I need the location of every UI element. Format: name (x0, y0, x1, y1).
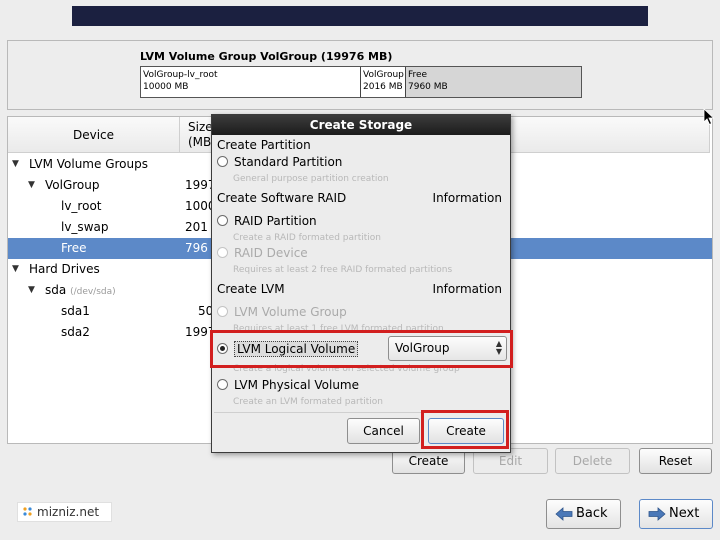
radio-icon (217, 306, 228, 317)
logo-dots-icon (23, 507, 32, 516)
radio-icon (217, 379, 228, 390)
radio-lvm-volume-group[interactable]: LVM Volume Group (217, 305, 347, 319)
segment-size: 7960 MB (408, 82, 448, 92)
row-label: Free (61, 241, 87, 255)
row-label: lv_root (61, 199, 102, 213)
reset-button[interactable]: Reset (639, 448, 712, 474)
expander-open-icon[interactable]: ▼ (28, 280, 35, 301)
radio-raid-device[interactable]: RAID Device (217, 246, 308, 260)
create-storage-dialog: Create Storage Create Partition Standard… (211, 114, 511, 453)
dialog-title: Create Storage (212, 115, 510, 135)
delete-button[interactable]: Delete (555, 448, 630, 474)
radio-icon (217, 156, 228, 167)
section-create-software-raid: Create Software RAID (217, 191, 347, 205)
option-label: RAID Device (234, 246, 308, 260)
radio-icon (217, 247, 228, 258)
expander-open-icon[interactable]: ▼ (12, 259, 19, 280)
volume-group-bar: VolGroup-lv_root 10000 MB VolGroup 2016 … (140, 66, 582, 98)
section-create-lvm: Create LVM (217, 282, 285, 296)
radio-raid-partition[interactable]: RAID Partition (217, 214, 317, 228)
option-label: Standard Partition (234, 155, 343, 169)
option-description: Requires at least 2 free RAID formated p… (233, 265, 453, 275)
row-label: sda1 (61, 304, 90, 318)
option-description: Create a RAID formated partition (233, 233, 381, 243)
row-label: VolGroup (45, 178, 100, 192)
next-button[interactable]: Next (639, 499, 713, 529)
section-create-partition: Create Partition (217, 138, 311, 152)
option-description: General purpose partition creation (233, 174, 389, 184)
volume-group-panel: LVM Volume Group VolGroup (19976 MB) Vol… (7, 40, 713, 110)
expander-open-icon[interactable]: ▼ (28, 175, 35, 196)
segment-name: VolGroup (363, 70, 404, 80)
option-label: RAID Partition (234, 214, 317, 228)
segment-name: Free (408, 70, 428, 80)
arrow-left-icon (555, 506, 573, 521)
next-label: Next (669, 506, 700, 521)
radio-icon (217, 215, 228, 226)
site-logo: mizniz.net (17, 502, 112, 522)
option-description: Create an LVM formated partition (233, 397, 383, 407)
segment-lv-root[interactable]: VolGroup-lv_root 10000 MB (141, 67, 361, 97)
radio-standard-partition[interactable]: Standard Partition (217, 155, 342, 169)
row-size: 796 (185, 241, 208, 255)
highlight-create-box (421, 410, 509, 449)
device-path: (/dev/sda) (70, 287, 116, 297)
radio-lvm-physical-volume[interactable]: LVM Physical Volume (217, 378, 359, 392)
option-label: LVM Volume Group (234, 305, 347, 319)
information-link-raid[interactable]: Information (433, 191, 502, 205)
segment-size: 2016 MB (363, 82, 403, 92)
highlight-logical-volume-box (210, 330, 513, 368)
column-header-device[interactable]: Device (8, 117, 180, 153)
volume-group-title: LVM Volume Group VolGroup (19976 MB) (140, 50, 393, 63)
row-label: sda2 (61, 325, 90, 339)
segment-size: 10000 MB (143, 82, 189, 92)
row-label-text: sda (45, 283, 67, 297)
back-button[interactable]: Back (546, 499, 621, 529)
segment-free[interactable]: Free 7960 MB (406, 67, 581, 97)
back-label: Back (576, 506, 608, 521)
header-banner (72, 6, 648, 26)
dialog-cancel-button[interactable]: Cancel (347, 418, 420, 444)
row-size: 201 (185, 220, 208, 234)
segment-name: VolGroup-lv_root (143, 70, 218, 80)
expander-open-icon[interactable]: ▼ (12, 154, 19, 175)
mouse-pointer-icon (703, 108, 715, 126)
row-label: sda (/dev/sda) (45, 280, 116, 303)
row-label: Hard Drives (29, 262, 100, 276)
segment-lv-swap[interactable]: VolGroup 2016 MB (361, 67, 406, 97)
logo-text: mizniz.net (37, 505, 100, 519)
row-label: lv_swap (61, 220, 109, 234)
row-label: LVM Volume Groups (29, 157, 148, 171)
information-link-lvm[interactable]: Information (433, 282, 502, 296)
option-label: LVM Physical Volume (234, 378, 360, 392)
arrow-right-icon (648, 506, 666, 521)
